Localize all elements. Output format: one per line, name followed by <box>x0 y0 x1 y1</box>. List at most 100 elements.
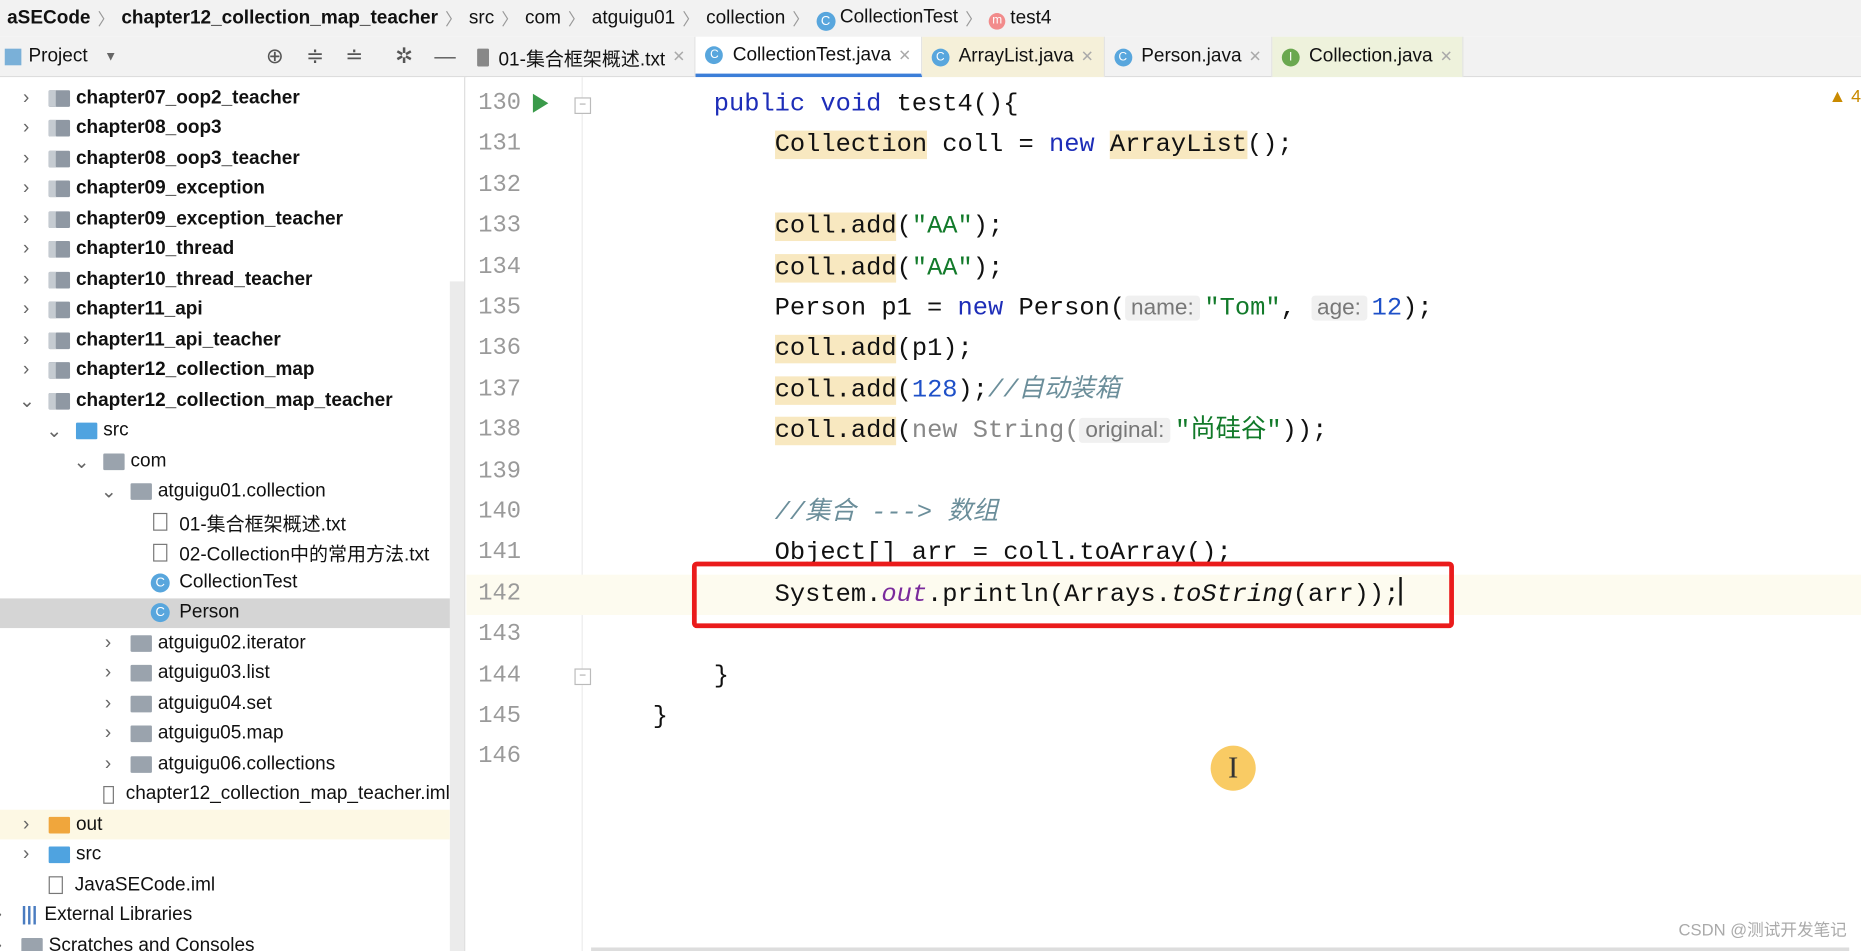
close-icon[interactable]: ✕ <box>898 46 911 65</box>
project-view-selector[interactable]: Project <box>28 46 87 67</box>
tree-item[interactable]: › atguigu03.list <box>0 658 450 688</box>
tree-item-label: chapter09_exception_teacher <box>75 208 344 229</box>
breadcrumb-item[interactable]: src <box>462 8 502 29</box>
tree-item[interactable]: › chapter10_thread <box>0 234 450 264</box>
breadcrumb-item[interactable]: aSECode <box>0 8 98 29</box>
tree-item[interactable]: › out <box>0 809 450 840</box>
tree-item-label: CollectionTest <box>179 571 298 592</box>
code-line[interactable]: Person p1 = new Person(name: "Tom", age: 1… <box>466 289 1861 329</box>
tree-item[interactable]: › chapter10_thread_teacher <box>0 265 450 295</box>
chevron-down-icon[interactable]: ⌄ <box>74 449 90 473</box>
chevron-right-icon[interactable]: › <box>0 935 6 951</box>
breadcrumb-item[interactable]: C CollectionTest <box>809 7 965 31</box>
tree-item-label: atguigu03.list <box>157 662 270 683</box>
chevron-down-icon[interactable]: ⌄ <box>46 419 62 443</box>
chevron-down-icon[interactable]: ⌄ <box>19 389 35 413</box>
tree-item[interactable]: › chapter09_exception_teacher <box>0 204 450 234</box>
chevron-right-icon[interactable]: › <box>19 269 33 290</box>
close-icon[interactable]: ✕ <box>1440 47 1453 66</box>
locate-icon[interactable]: ⊕ <box>266 44 284 69</box>
chevron-right-icon[interactable]: › <box>19 329 33 350</box>
chevron-down-icon[interactable]: ▼ <box>104 50 117 64</box>
code-line[interactable]: coll.add(p1); <box>466 329 1861 369</box>
breadcrumb-item[interactable]: com <box>518 8 568 29</box>
tree-item[interactable]: › chapter11_api <box>0 295 450 325</box>
chevron-right-icon[interactable]: › <box>19 148 33 169</box>
tree-item[interactable]: › atguigu04.set <box>0 689 450 719</box>
chevron-right-icon[interactable]: › <box>101 693 115 714</box>
chevron-right-icon[interactable]: › <box>19 118 33 139</box>
tree-item[interactable]: ⌄ chapter12_collection_map_teacher <box>0 386 450 416</box>
chevron-right-icon[interactable]: › <box>19 208 33 229</box>
code-line[interactable]: } <box>466 697 1861 737</box>
code-line[interactable]: coll.add(new String(original: "尚硅谷")); <box>466 411 1861 451</box>
chevron-right-icon[interactable]: › <box>101 753 115 774</box>
tree-item[interactable]: chapter12_collection_map_teacher.iml <box>0 779 450 809</box>
code-line[interactable]: //集合 ---> 数组 <box>466 493 1861 533</box>
chevron-right-icon[interactable]: › <box>0 905 6 926</box>
code-line[interactable]: Collection coll = new ArrayList(); <box>466 125 1861 165</box>
code-line[interactable] <box>466 452 1861 492</box>
tree-item[interactable]: ⌄ com <box>0 446 450 476</box>
tree-item[interactable]: › atguigu06.collections <box>0 749 450 779</box>
tree-item[interactable]: › chapter08_oop3_teacher <box>0 144 450 174</box>
code-line[interactable]: public void test4(){ <box>466 84 1861 124</box>
breadcrumb-item[interactable]: m test4 <box>982 8 1059 30</box>
tree-item[interactable]: › chapter08_oop3 <box>0 113 450 143</box>
breadcrumb-item[interactable]: atguigu01 <box>585 8 683 29</box>
close-icon[interactable]: ✕ <box>672 47 685 66</box>
chevron-right-icon[interactable]: › <box>19 844 33 865</box>
gear-icon[interactable]: ✲ <box>395 44 413 69</box>
tree-item[interactable]: › chapter12_collection_map <box>0 356 450 386</box>
code-line[interactable] <box>466 738 1861 778</box>
collapse-all-icon[interactable]: ≐ <box>345 44 363 69</box>
tree-item[interactable]: › atguigu05.map <box>0 719 450 749</box>
tree-item[interactable]: › ||| External Libraries <box>0 901 450 931</box>
tree-item[interactable]: › Scratches and Consoles <box>0 931 450 951</box>
chevron-right-icon[interactable]: › <box>101 723 115 744</box>
tree-item[interactable]: 02-Collection中的常用方法.txt <box>0 537 450 567</box>
breadcrumb-item[interactable]: collection <box>699 8 792 29</box>
code-line[interactable]: coll.add("AA"); <box>466 207 1861 247</box>
code-line[interactable]: } <box>466 656 1861 696</box>
tree-item[interactable]: C CollectionTest <box>0 568 450 598</box>
tree-item-label: src <box>75 844 102 865</box>
method-icon: m <box>988 12 1006 30</box>
chevron-down-icon[interactable]: ⌄ <box>101 480 117 504</box>
tab-arraylist-java[interactable]: C ArrayList.java ✕ <box>921 36 1105 78</box>
tree-item[interactable]: C Person <box>0 597 450 628</box>
chevron-right-icon[interactable]: › <box>19 814 33 835</box>
code-line[interactable]: coll.add(128);//自动装箱 <box>466 370 1861 410</box>
code-line[interactable]: coll.add("AA"); <box>466 248 1861 288</box>
tree-item[interactable]: ⌄ atguigu01.collection <box>0 477 450 507</box>
tree-scrollbar[interactable] <box>449 281 465 951</box>
tree-item[interactable]: › src <box>0 840 450 870</box>
tree-item[interactable]: 01-集合框架概述.txt <box>0 507 450 537</box>
tree-item-label: atguigu04.set <box>157 692 272 713</box>
chevron-right-icon[interactable]: › <box>19 87 33 108</box>
code-editor[interactable]: − − ▲ 4 public void test4(){ Collection … <box>466 77 1861 951</box>
tab-collection-java[interactable]: I Collection.java ✕ <box>1272 36 1464 78</box>
tree-item[interactable]: › chapter09_exception <box>0 174 450 204</box>
tree-item[interactable]: ⌄ src <box>0 416 450 446</box>
chevron-right-icon[interactable]: › <box>19 178 33 199</box>
chevron-right-icon[interactable]: › <box>101 632 115 653</box>
minimize-icon[interactable]: — <box>434 44 455 69</box>
tree-item[interactable]: › chapter11_api_teacher <box>0 325 450 355</box>
tree-item[interactable]: › chapter07_oop2_teacher <box>0 83 450 113</box>
close-icon[interactable]: ✕ <box>1081 47 1094 66</box>
chevron-right-icon[interactable]: › <box>19 239 33 260</box>
chevron-right-icon[interactable]: › <box>19 360 33 381</box>
tab-collectiontest-java[interactable]: C CollectionTest.java ✕ <box>695 36 922 78</box>
tab-01-txt[interactable]: 01-集合框架概述.txt ✕ <box>468 36 696 78</box>
tree-item[interactable]: › atguigu02.iterator <box>0 628 450 658</box>
close-icon[interactable]: ✕ <box>1249 47 1262 66</box>
horizontal-scrollbar[interactable] <box>591 947 1850 951</box>
tab-person-java[interactable]: C Person.java ✕ <box>1104 36 1273 78</box>
code-line[interactable] <box>466 166 1861 206</box>
breadcrumb-item[interactable]: chapter12_collection_map_teacher <box>114 8 445 29</box>
expand-all-icon[interactable]: ≑ <box>306 44 324 69</box>
tree-item[interactable]: JavaSECode.iml <box>0 870 450 900</box>
chevron-right-icon[interactable]: › <box>101 663 115 684</box>
chevron-right-icon[interactable]: › <box>19 299 33 320</box>
